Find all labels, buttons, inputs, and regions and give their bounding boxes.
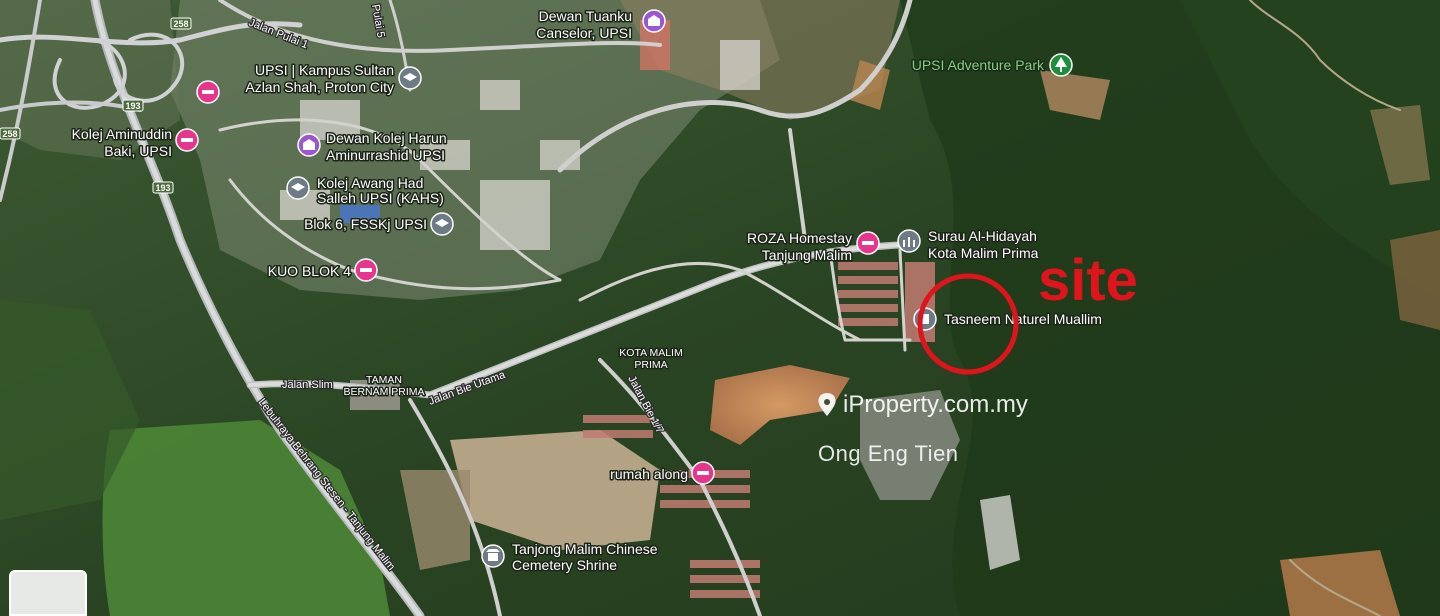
earthworks-4 <box>1280 550 1400 616</box>
site-label: site <box>1038 248 1138 313</box>
shield-258-north: 258 <box>170 17 192 30</box>
svg-text:193: 193 <box>155 183 170 193</box>
svg-text:Aminurrashid UPSI: Aminurrashid UPSI <box>326 147 445 163</box>
svg-text:Baki, UPSI: Baki, UPSI <box>104 143 172 159</box>
svg-text:Kolej Aminuddin: Kolej Aminuddin <box>72 126 172 142</box>
svg-text:Canselor, UPSI: Canselor, UPSI <box>536 25 632 41</box>
satellite-map[interactable]: 258 193 258 193 Jalan Pulai 1 Pulai 5 Ja… <box>0 0 1440 616</box>
svg-text:UPSI Adventure Park: UPSI Adventure Park <box>912 57 1045 73</box>
road-label-jalan-slim: Jalan Slim <box>282 379 333 391</box>
svg-text:Salleh UPSI (KAHS): Salleh UPSI (KAHS) <box>317 190 444 206</box>
svg-text:ROZA Homestay: ROZA Homestay <box>747 230 852 246</box>
shield-258-west: 258 <box>0 127 21 140</box>
svg-text:Kolej Awang Had: Kolej Awang Had <box>317 175 423 191</box>
svg-text:Tanjong Malim Chinese: Tanjong Malim Chinese <box>512 541 658 557</box>
svg-text:PRIMA: PRIMA <box>634 359 667 371</box>
svg-text:TAMAN: TAMAN <box>366 374 402 386</box>
svg-text:Dewan Kolej Harun: Dewan Kolej Harun <box>326 130 447 146</box>
poi-rumah-along[interactable]: rumah along <box>609 461 715 485</box>
svg-text:Kota Malim Prima: Kota Malim Prima <box>928 245 1039 261</box>
poi-kuo-blok-4[interactable]: KUO BLOK 4 <box>266 258 378 282</box>
svg-text:Surau Al-Hidayah: Surau Al-Hidayah <box>928 228 1037 244</box>
watermark-brand: iProperty.com.my <box>843 391 1028 418</box>
svg-text:UPSI | Kampus Sultan: UPSI | Kampus Sultan <box>255 62 394 78</box>
svg-text:BERNAM PRIMA: BERNAM PRIMA <box>343 386 424 398</box>
svg-text:KOTA MALIM: KOTA MALIM <box>619 347 682 359</box>
watermark-agent: Ong Eng Tien <box>818 441 959 466</box>
svg-text:Azlan Shah, Proton City: Azlan Shah, Proton City <box>245 79 394 95</box>
shield-193-north: 193 <box>122 99 144 112</box>
svg-text:rumah along: rumah along <box>610 466 688 482</box>
svg-text:193: 193 <box>125 101 140 111</box>
svg-text:KUO BLOK 4: KUO BLOK 4 <box>268 263 351 279</box>
shield-193-south: 193 <box>152 181 174 194</box>
svg-text:Tasneem Naturel Muallim: Tasneem Naturel Muallim <box>944 311 1102 327</box>
svg-text:258: 258 <box>173 19 188 29</box>
svg-text:Dewan Tuanku: Dewan Tuanku <box>539 8 632 24</box>
svg-text:Cemetery Shrine: Cemetery Shrine <box>512 557 617 573</box>
svg-text:Tanjung Malim: Tanjung Malim <box>762 247 852 263</box>
svg-text:Blok 6, FSSKj UPSI: Blok 6, FSSKj UPSI <box>304 216 427 232</box>
svg-text:258: 258 <box>2 129 17 139</box>
map-type-toggle[interactable] <box>9 570 87 616</box>
